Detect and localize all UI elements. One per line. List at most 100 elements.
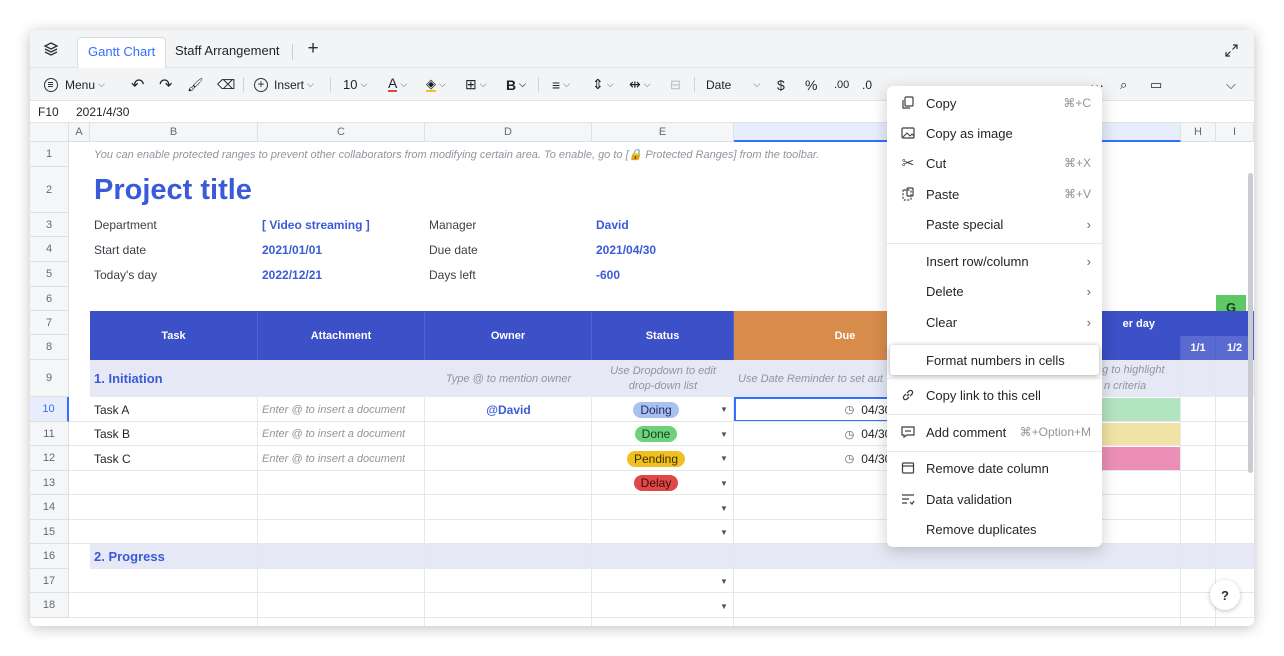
row-header[interactable]: 11 bbox=[30, 422, 69, 446]
dropdown-arrow-icon[interactable]: ▼ bbox=[720, 528, 728, 537]
decrease-decimal-icon[interactable]: .0 bbox=[862, 68, 872, 101]
menu-item-paste-special[interactable]: Paste special › bbox=[887, 209, 1102, 239]
menu-item-copy-as-image[interactable]: Copy as image bbox=[887, 118, 1102, 148]
menu-button[interactable]: Menu ⌵ bbox=[44, 68, 105, 101]
percent-icon[interactable]: % bbox=[805, 68, 817, 101]
department-value[interactable]: [ Video streaming ] bbox=[262, 213, 370, 237]
status-cell[interactable]: Delay bbox=[592, 471, 720, 495]
menu-item-remove-duplicates[interactable]: Remove duplicates bbox=[887, 514, 1102, 544]
menu-item-data-validation[interactable]: Data validation bbox=[887, 484, 1102, 514]
align-icon[interactable]: ≡ ⌵ bbox=[552, 68, 570, 101]
column-header-d[interactable]: D bbox=[425, 123, 592, 142]
menu-item-copy[interactable]: Copy ⌘+C bbox=[887, 88, 1102, 118]
menu-item-clear[interactable]: Clear › bbox=[887, 307, 1102, 337]
expand-icon[interactable] bbox=[1223, 42, 1239, 58]
decimal-icon[interactable]: .00 bbox=[834, 68, 849, 101]
dropdown-arrow-icon[interactable]: ▼ bbox=[720, 454, 728, 463]
cell-reference[interactable]: F10 bbox=[38, 105, 59, 119]
start-date-value[interactable]: 2021/01/01 bbox=[262, 237, 322, 262]
collapse-toolbar-icon[interactable]: ⌵ bbox=[1226, 68, 1236, 101]
merge-icon[interactable]: ⊟ bbox=[670, 68, 681, 101]
column-header-b[interactable]: B bbox=[90, 123, 258, 142]
menu-item-copy-link[interactable]: Copy link to this cell bbox=[887, 380, 1102, 410]
undo-icon[interactable]: ↶ bbox=[131, 68, 144, 101]
menu-item-remove-date-column[interactable]: Remove date column bbox=[887, 453, 1102, 483]
owner-mention[interactable]: @David bbox=[425, 397, 592, 422]
attachment-hint[interactable]: Enter @ to insert a document bbox=[262, 422, 405, 446]
row-header[interactable]: 5 bbox=[30, 262, 69, 287]
find-icon[interactable]: ⌕ bbox=[1120, 68, 1127, 101]
layers-icon[interactable] bbox=[42, 40, 60, 58]
add-tab-icon[interactable]: + bbox=[305, 38, 321, 59]
row-header[interactable]: 6 bbox=[30, 287, 69, 311]
font-size-select[interactable]: 10 ⌵ bbox=[343, 68, 367, 101]
format-painter-icon[interactable]: 🖌 bbox=[187, 68, 204, 101]
row-header[interactable]: 15 bbox=[30, 520, 69, 544]
number-format-select[interactable]: Date ⌵ bbox=[706, 68, 762, 101]
row-header[interactable]: 16 bbox=[30, 544, 69, 569]
menu-item-format-numbers[interactable]: Format numbers in cells bbox=[887, 345, 1102, 375]
row-header[interactable]: 4 bbox=[30, 237, 69, 262]
dropdown-arrow-icon[interactable]: ▼ bbox=[720, 405, 728, 414]
wrap-icon[interactable]: ⇹ ⌵ bbox=[629, 68, 651, 101]
column-header-h[interactable]: H bbox=[1181, 123, 1216, 142]
menu-item-add-comment[interactable]: Add comment ⌘+Option+M bbox=[887, 417, 1102, 447]
border-icon[interactable]: ⊞ ⌵ bbox=[465, 68, 487, 101]
vertical-align-icon[interactable]: ⇕ ⌵ bbox=[592, 68, 614, 101]
dropdown-arrow-icon[interactable]: ▼ bbox=[720, 504, 728, 513]
task-name[interactable]: Task C bbox=[94, 446, 131, 471]
help-icon[interactable]: ? bbox=[1210, 580, 1240, 610]
comment-toolbar-icon[interactable]: ▭ bbox=[1150, 68, 1162, 101]
insert-button[interactable]: + Insert ⌵ bbox=[254, 68, 314, 101]
menu-item-insert-row-column[interactable]: Insert row/column › bbox=[887, 246, 1102, 276]
column-header-c[interactable]: C bbox=[258, 123, 425, 142]
dropdown-arrow-icon[interactable]: ▼ bbox=[720, 430, 728, 439]
manager-value[interactable]: David bbox=[596, 213, 629, 237]
section-progress[interactable]: 2. Progress bbox=[94, 544, 165, 569]
attachment-hint[interactable]: Enter @ to insert a document bbox=[262, 446, 405, 471]
task-name[interactable]: Task B bbox=[94, 422, 130, 446]
today-value[interactable]: 2022/12/21 bbox=[262, 262, 322, 287]
menu-item-cut[interactable]: ✂ Cut ⌘+X bbox=[887, 148, 1102, 178]
redo-icon[interactable]: ↷ bbox=[159, 68, 172, 101]
column-header-i[interactable]: I bbox=[1216, 123, 1254, 142]
tab-staff-arrangement[interactable]: Staff Arrangement bbox=[175, 37, 280, 65]
formula-input[interactable]: 2021/4/30 bbox=[76, 105, 129, 119]
tab-gantt-chart[interactable]: Gantt Chart bbox=[77, 37, 167, 68]
clear-format-icon[interactable]: ⌫ bbox=[217, 68, 235, 101]
due-date-value[interactable]: 2021/04/30 bbox=[596, 237, 656, 262]
row-header[interactable]: 14 bbox=[30, 495, 69, 520]
vertical-scrollbar[interactable] bbox=[1248, 173, 1253, 473]
status-cell[interactable]: Done bbox=[592, 422, 720, 446]
select-all-corner[interactable] bbox=[30, 123, 69, 142]
column-header-a[interactable]: A bbox=[69, 123, 90, 142]
currency-icon[interactable]: $ bbox=[777, 68, 785, 101]
row-header[interactable]: 3 bbox=[30, 213, 69, 237]
attachment-hint[interactable]: Enter @ to insert a document bbox=[262, 397, 405, 422]
row-header[interactable]: 1 bbox=[30, 142, 69, 167]
status-cell[interactable]: Pending bbox=[592, 446, 720, 471]
font-color-icon[interactable]: A ⌵ bbox=[388, 68, 407, 101]
row-header[interactable]: 9 bbox=[30, 360, 69, 397]
row-header[interactable]: 13 bbox=[30, 471, 69, 495]
row-header[interactable]: 17 bbox=[30, 569, 69, 593]
row-header[interactable]: 2 bbox=[30, 167, 69, 213]
column-header-e[interactable]: E bbox=[592, 123, 734, 142]
fill-color-icon[interactable]: ◈ ⌵ bbox=[426, 68, 446, 101]
dropdown-arrow-icon[interactable]: ▼ bbox=[720, 479, 728, 488]
menu-item-delete[interactable]: Delete › bbox=[887, 276, 1102, 306]
bold-icon[interactable]: B ⌵ bbox=[506, 68, 526, 101]
row-header[interactable]: 8 bbox=[30, 335, 69, 360]
row-header[interactable]: 18 bbox=[30, 593, 69, 618]
days-left-value[interactable]: -600 bbox=[596, 262, 620, 287]
dropdown-arrow-icon[interactable]: ▼ bbox=[720, 577, 728, 586]
status-cell[interactable]: Doing bbox=[592, 397, 720, 422]
dropdown-arrow-icon[interactable]: ▼ bbox=[720, 602, 728, 611]
row-header[interactable]: 10 bbox=[30, 397, 69, 422]
project-title[interactable]: Project title bbox=[94, 167, 252, 213]
section-initiation[interactable]: 1. Initiation bbox=[94, 360, 163, 397]
row-header[interactable]: 7 bbox=[30, 311, 69, 335]
menu-item-paste[interactable]: Paste ⌘+V bbox=[887, 179, 1102, 209]
task-name[interactable]: Task A bbox=[94, 397, 129, 422]
row-header[interactable]: 12 bbox=[30, 446, 69, 471]
